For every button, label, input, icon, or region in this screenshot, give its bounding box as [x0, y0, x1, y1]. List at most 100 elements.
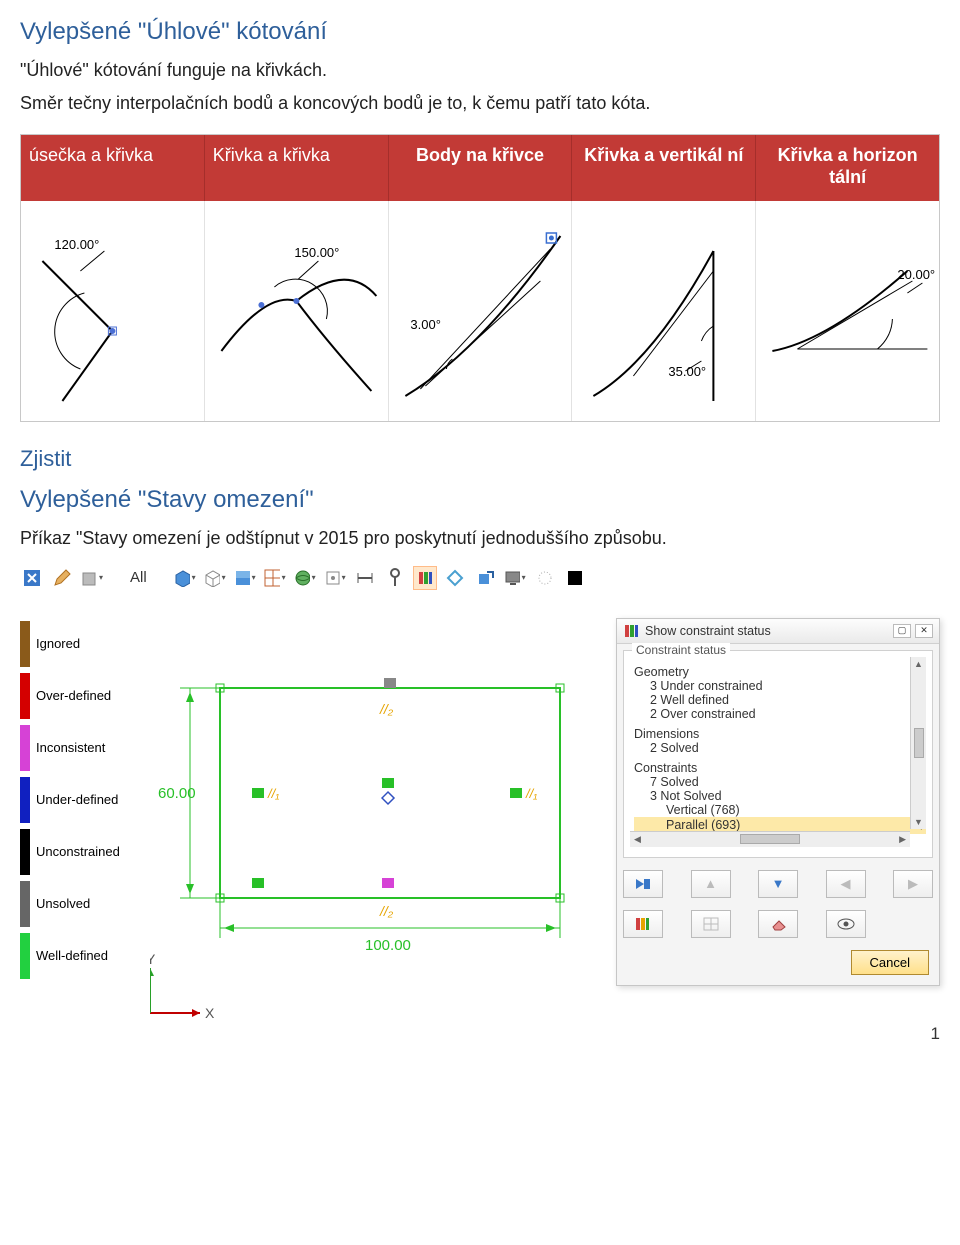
page-number: 1 [931, 1024, 940, 1044]
th-1: úsečka a křivka [21, 135, 205, 201]
angle-dim-table: úsečka a křivka Křivka a křivka Body na … [20, 134, 940, 422]
erase-button[interactable] [758, 910, 798, 938]
cell-curve-horizontal: 20.00° [756, 201, 939, 421]
black-square-icon[interactable] [563, 566, 587, 590]
table-header: úsečka a křivka Křivka a křivka Body na … [21, 135, 939, 201]
svg-text://₁: //₁ [267, 786, 279, 801]
th-3: Body na křivce [389, 135, 573, 201]
wireframe-icon[interactable] [203, 566, 227, 590]
next-button[interactable]: ▶ [893, 870, 933, 898]
plane-icon[interactable] [233, 566, 257, 590]
legend-label: Over-defined [36, 688, 111, 703]
scroll-up-icon[interactable]: ▲ [914, 657, 923, 671]
close-button[interactable]: ✕ [915, 624, 933, 638]
grid-button[interactable] [691, 910, 731, 938]
con-sub[interactable]: Vertical (768) [634, 803, 926, 817]
hscrollbar[interactable]: ◀ ▶ [630, 831, 910, 847]
prev-button[interactable]: ◀ [826, 870, 866, 898]
h-dim-icon[interactable] [353, 566, 377, 590]
svg-text://₂: //₂ [379, 903, 394, 919]
dim-60: 60.00 [158, 785, 196, 802]
dim-20: 20.00° [898, 267, 936, 282]
con-item[interactable]: 7 Solved [634, 775, 926, 789]
cube-dropdown-icon[interactable] [80, 566, 104, 590]
legend-label: Unsolved [36, 896, 90, 911]
geom-item[interactable]: 3 Under constrained [634, 679, 926, 693]
scroll-thumb[interactable] [914, 728, 924, 758]
cat-constraints: Constraints [634, 761, 926, 775]
sketch-toolbar: All [20, 560, 940, 596]
down-button[interactable]: ▼ [758, 870, 798, 898]
th-2: Křivka a křivka [205, 135, 389, 201]
axis-x: X [205, 1005, 215, 1021]
diamond-icon[interactable] [443, 566, 467, 590]
th-4: Křivka a vertikál ní [572, 135, 756, 201]
svg-text://₂: //₂ [379, 701, 394, 717]
dotted-circle-icon[interactable] [533, 566, 557, 590]
geom-item[interactable]: 2 Well defined [634, 693, 926, 707]
pin-button[interactable]: ▢ [893, 624, 911, 638]
svg-text://₁: //₁ [525, 786, 537, 801]
cell-points-curve: 3.00° [389, 201, 573, 421]
scroll-left-icon[interactable]: ◀ [630, 834, 645, 845]
intro-line-3: Příkaz "Stavy omezení je odštípnut v 201… [20, 526, 940, 551]
geom-item[interactable]: 2 Over constrained [634, 707, 926, 721]
constraint-status-area: Ignored Over-defined Inconsistent Under-… [20, 618, 940, 1038]
sketch-canvas: 60.00 100.00 //₂ //₁ //₁ //₂ [150, 618, 610, 1038]
dialog-button-row-2 [617, 904, 939, 944]
exit-sketch-icon[interactable] [20, 566, 44, 590]
dim-3: 3.00° [410, 317, 441, 332]
globe-icon[interactable] [293, 566, 317, 590]
grid-icon[interactable] [263, 566, 287, 590]
legend-column: Ignored Over-defined Inconsistent Under-… [20, 618, 150, 1038]
up-button[interactable]: ▲ [691, 870, 731, 898]
dialog-titlebar[interactable]: Show constraint status ▢ ✕ [617, 619, 939, 644]
eye-button[interactable] [826, 910, 866, 938]
legend-label: Unconstrained [36, 844, 120, 859]
dim-35: 35.00° [669, 364, 707, 379]
legend-unconstrained: Unconstrained [20, 826, 150, 878]
v-dim-icon[interactable] [383, 566, 407, 590]
scroll-right-icon[interactable]: ▶ [895, 834, 910, 845]
hscroll-thumb[interactable] [740, 834, 800, 844]
export-icon[interactable] [473, 566, 497, 590]
constraint-status-icon[interactable] [413, 566, 437, 590]
cell-curve-curve: 150.00° [205, 201, 389, 421]
constraint-status-group: Constraint status Geometry 3 Under const… [623, 650, 933, 858]
toolbar-all-label[interactable]: All [122, 569, 155, 586]
dim-100: 100.00 [365, 937, 411, 954]
dialog-icon [623, 623, 639, 639]
highlight-button[interactable] [623, 910, 663, 938]
link-zjistit[interactable]: Zjistit [20, 446, 940, 472]
table-body: 120.00° 150.00° 3. [21, 201, 939, 421]
legend-inconsistent: Inconsistent [20, 722, 150, 774]
legend-ignored: Ignored [20, 618, 150, 670]
group-label: Constraint status [632, 643, 730, 657]
th-5: Křivka a horizon tální [756, 135, 939, 201]
pencil-icon[interactable] [50, 566, 74, 590]
cat-dimensions: Dimensions [634, 727, 926, 741]
intro-line-2: Směr tečny interpolačních bodů a koncový… [20, 91, 940, 116]
dialog-footer: Cancel [617, 944, 939, 985]
vscrollbar[interactable]: ▲ ▼ [910, 657, 926, 829]
scroll-down-icon[interactable]: ▼ [914, 815, 923, 829]
legend-label: Under-defined [36, 792, 118, 807]
legend-overdefined: Over-defined [20, 670, 150, 722]
legend-label: Inconsistent [36, 740, 105, 755]
heading-angular-dim: Vylepšené "Úhlové" kótování [20, 18, 940, 46]
box-blue-icon[interactable] [173, 566, 197, 590]
monitor-icon[interactable] [503, 566, 527, 590]
intro-line-1: "Úhlové" kótování funguje na křivkách. [20, 58, 940, 83]
detail-icon[interactable] [323, 566, 347, 590]
constraint-list[interactable]: Geometry 3 Under constrained 2 Well defi… [630, 657, 926, 847]
cat-geometry: Geometry [634, 665, 926, 679]
con-item[interactable]: 3 Not Solved [634, 789, 926, 803]
legend-label: Well-defined [36, 948, 108, 963]
first-button[interactable] [623, 870, 663, 898]
constraint-status-dialog: Show constraint status ▢ ✕ Constraint st… [616, 618, 940, 986]
legend-label: Ignored [36, 636, 80, 651]
cell-line-curve: 120.00° [21, 201, 205, 421]
cancel-button[interactable]: Cancel [851, 950, 929, 975]
dim-item[interactable]: 2 Solved [634, 741, 926, 755]
dialog-title: Show constraint status [645, 624, 771, 638]
